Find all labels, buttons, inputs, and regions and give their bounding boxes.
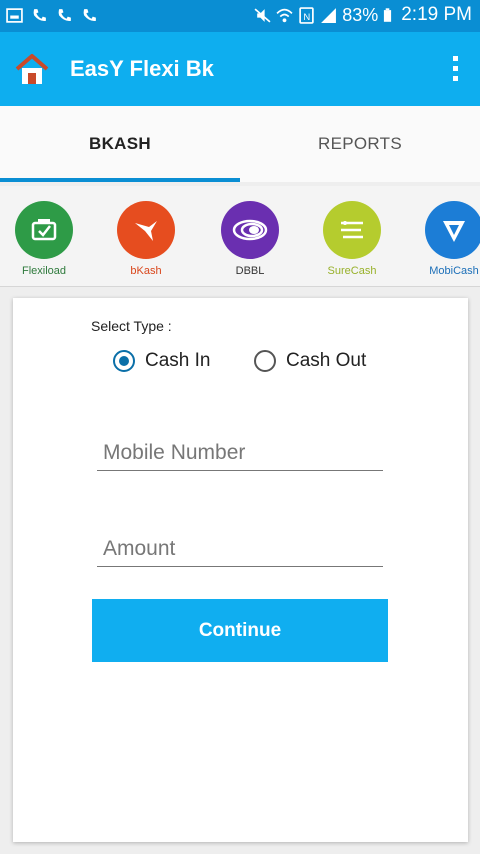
battery-percent: 83%: [342, 4, 379, 25]
gallery-icon: [6, 8, 23, 23]
tab-reports[interactable]: REPORTS: [240, 106, 480, 182]
mobicash-logo-icon: [425, 201, 480, 259]
service-dbbl[interactable]: DBBL: [210, 201, 290, 277]
dbbl-logo-icon: [221, 201, 279, 259]
app-bar: EasY Flexi Bk: [0, 32, 480, 106]
signal-icon: [321, 7, 337, 23]
service-label: MobiCash: [429, 265, 479, 277]
radio-unchecked-icon[interactable]: [254, 350, 276, 372]
surecash-logo-icon: [323, 201, 381, 259]
radio-label: Cash Out: [286, 350, 367, 371]
radio-checked-icon[interactable]: [113, 350, 135, 372]
app-title: EasY Flexi Bk: [70, 56, 214, 81]
service-surecash[interactable]: SureCash: [312, 201, 392, 277]
home-icon[interactable]: [14, 52, 50, 86]
radio-cash-out[interactable]: Cash Out: [254, 350, 366, 372]
service-mobicash[interactable]: MobiCash: [414, 201, 480, 277]
service-label: Flexiload: [21, 265, 67, 277]
bkash-bird-icon: [117, 201, 175, 259]
mobile-number-input[interactable]: [97, 435, 383, 471]
continue-button[interactable]: Continue: [92, 599, 388, 662]
radio-label: Cash In: [145, 350, 211, 371]
flexiload-icon: [15, 201, 73, 259]
missed-call-icon: [33, 9, 46, 21]
battery-icon: [384, 7, 392, 22]
tab-bkash[interactable]: BKASH: [0, 106, 240, 182]
bkash-form-card: Select Type : Cash In Cash Out Continue: [13, 298, 468, 842]
mute-icon: [254, 7, 271, 23]
service-strip: Flexiload bKash DBBL SureCash MobiCash: [0, 186, 480, 287]
service-bkash[interactable]: bKash: [106, 201, 186, 277]
service-label: SureCash: [327, 265, 377, 277]
nfc-icon: N: [299, 6, 314, 24]
overflow-menu-icon[interactable]: [450, 56, 460, 84]
missed-call-icon: [58, 9, 71, 21]
service-label: bKash: [130, 265, 162, 277]
tab-bar: BKASH REPORTS: [0, 106, 480, 182]
wifi-icon: [276, 8, 293, 22]
select-type-label: Select Type :: [91, 318, 172, 334]
amount-input[interactable]: [97, 531, 383, 567]
missed-call-icon: [83, 9, 96, 21]
status-bar: N 83% 2:19 PM: [0, 0, 480, 32]
service-flexiload[interactable]: Flexiload: [4, 201, 84, 277]
clock: 2:19 PM: [401, 4, 472, 25]
tab-indicator: [0, 178, 240, 182]
service-label: DBBL: [235, 265, 265, 277]
radio-cash-in[interactable]: Cash In: [113, 350, 210, 372]
svg-text:N: N: [304, 11, 311, 22]
